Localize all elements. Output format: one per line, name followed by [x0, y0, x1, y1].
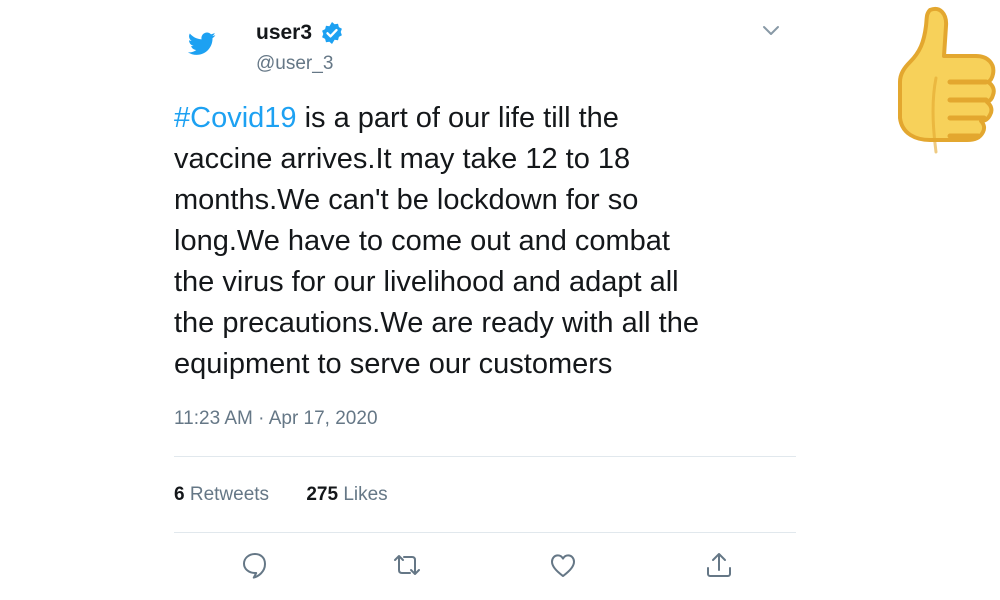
tweet-timestamp[interactable]: 11:23 AM · Apr 17, 2020 — [174, 406, 378, 432]
chevron-down-icon[interactable] — [760, 22, 782, 40]
verified-badge-icon — [320, 21, 344, 45]
user-display-name[interactable]: user3 — [256, 20, 312, 46]
twitter-bird-icon — [187, 32, 216, 56]
share-icon[interactable] — [702, 548, 736, 582]
tweet-text-body: is a part of our life till the vaccine a… — [174, 102, 699, 380]
likes-label: Likes — [343, 484, 388, 505]
tweet-stats: 6 Retweets 275 Likes — [174, 482, 420, 508]
heart-icon[interactable] — [546, 548, 580, 582]
tweet-text: #Covid19 is a part of our life till the … — [174, 98, 814, 385]
divider — [174, 456, 796, 457]
retweets-count: 6 — [174, 484, 185, 505]
user-handle[interactable]: @user_3 — [256, 52, 333, 76]
retweets-stat[interactable]: 6 Retweets — [174, 482, 269, 508]
thumbs-up-emoji — [884, 4, 1000, 164]
retweets-label: Retweets — [189, 484, 270, 505]
divider — [174, 532, 796, 533]
retweet-icon[interactable] — [390, 548, 424, 582]
likes-count: 275 — [306, 484, 339, 505]
reply-icon[interactable] — [238, 548, 272, 582]
likes-stat[interactable]: 275 Likes — [306, 482, 387, 508]
hashtag-link[interactable]: #Covid19 — [174, 102, 297, 134]
